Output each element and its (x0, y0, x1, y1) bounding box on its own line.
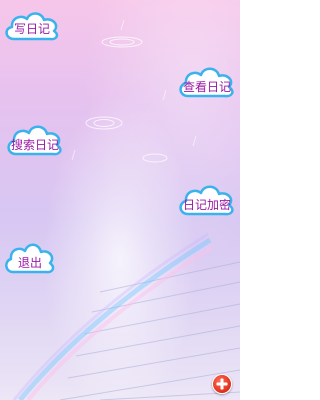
encrypt-diary-label: 日记加密 (182, 198, 231, 212)
write-diary-label: 写日记 (13, 22, 50, 36)
exit-label: 退出 (17, 256, 42, 270)
add-button[interactable] (212, 374, 232, 394)
search-diary-button[interactable]: 搜索日记 (4, 122, 66, 158)
ripple-decoration (85, 36, 168, 163)
encrypt-diary-button[interactable]: 日记加密 (176, 182, 238, 218)
plus-icon (216, 378, 228, 390)
view-diary-label: 查看日记 (182, 80, 231, 94)
exit-button[interactable]: 退出 (2, 240, 58, 276)
view-diary-button[interactable]: 查看日记 (176, 64, 238, 100)
write-diary-button[interactable]: 写日记 (2, 9, 62, 43)
search-diary-label: 搜索日记 (10, 138, 59, 152)
diary-main-screen: 写日记 查看日记 搜索日记 日记加密 退出 (0, 0, 240, 400)
